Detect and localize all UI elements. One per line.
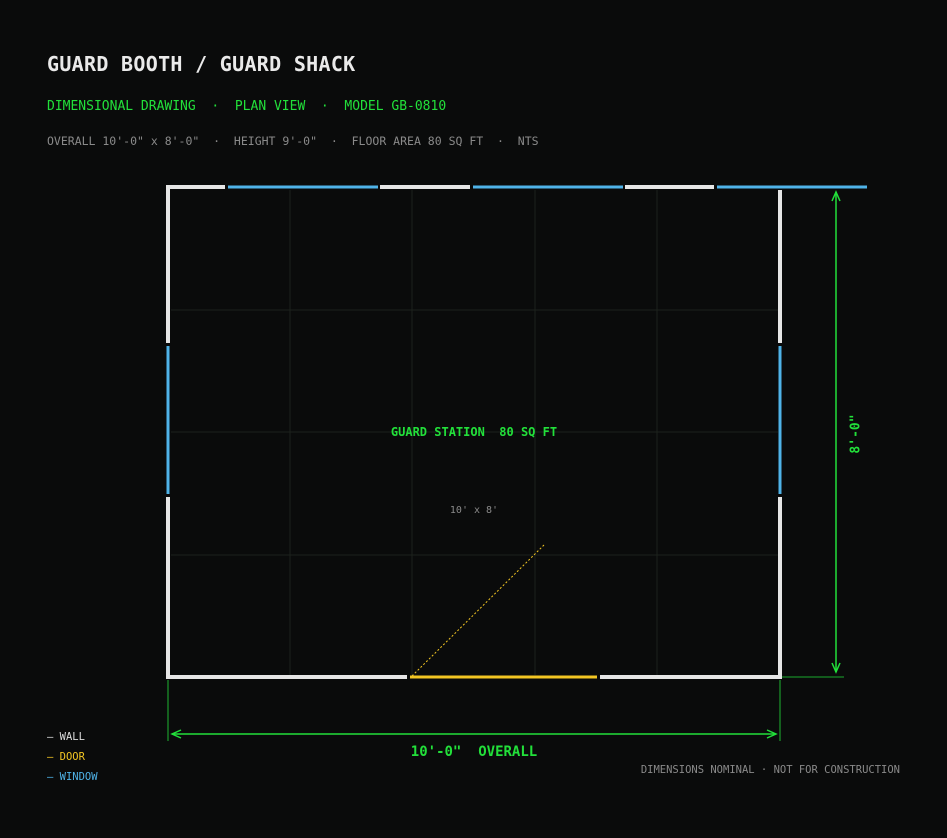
room-size-label: 10' x 8' xyxy=(450,505,498,516)
legend-wall: — WALL xyxy=(47,731,85,743)
room-label: GUARD STATION 80 SQ FT xyxy=(391,425,557,439)
depth-dimension-label: 8'-0" xyxy=(849,414,864,453)
legend-door: — DOOR xyxy=(47,751,85,763)
door-swing-line xyxy=(411,544,545,677)
width-dimension-label: 10'-0" OVERALL xyxy=(411,744,537,760)
width-dimension xyxy=(167,680,781,741)
footer-note: DIMENSIONS NOMINAL · NOT FOR CONSTRUCTIO… xyxy=(640,764,900,776)
depth-dimension xyxy=(782,190,844,678)
legend-window: — WINDOW xyxy=(47,771,98,783)
floor-plan: GUARD STATION 80 SQ FT 10' x 8' 8'-0" 10… xyxy=(166,185,867,760)
